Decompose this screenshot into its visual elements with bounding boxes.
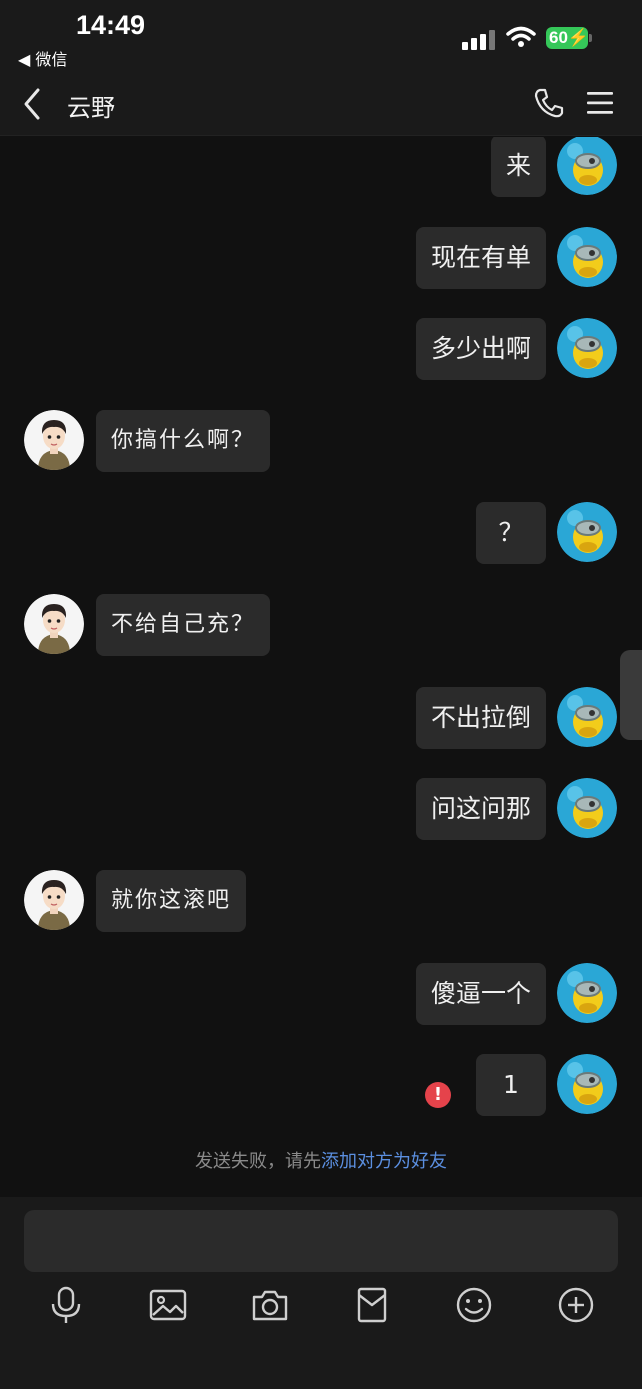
- message-outgoing: ？: [0, 502, 642, 564]
- emoji-icon[interactable]: [454, 1285, 494, 1325]
- message-bubble[interactable]: 来: [490, 137, 546, 197]
- my-avatar[interactable]: [557, 318, 617, 378]
- message-bubble[interactable]: 1: [476, 1054, 546, 1116]
- contact-avatar[interactable]: [24, 410, 84, 470]
- phone-call-icon[interactable]: [532, 86, 566, 120]
- my-avatar[interactable]: [557, 687, 617, 747]
- my-avatar[interactable]: [557, 778, 617, 838]
- cellular-signal-icon: [462, 30, 495, 50]
- back-to-wechat-link[interactable]: ◀ 微信: [18, 46, 67, 70]
- contact-name: 云野: [67, 94, 115, 122]
- message-bubble[interactable]: 不出拉倒: [415, 687, 546, 749]
- message-bubble[interactable]: 你搞什么啊？: [96, 410, 271, 472]
- status-time: 14:49: [76, 10, 146, 40]
- my-avatar[interactable]: [557, 963, 617, 1023]
- message-bubble[interactable]: 问这问那: [415, 778, 546, 840]
- message-outgoing-failed: ! 1: [0, 1054, 642, 1116]
- my-avatar[interactable]: [557, 502, 617, 562]
- message-incoming: 不给自己充？: [0, 594, 642, 656]
- my-avatar[interactable]: [557, 227, 617, 287]
- send-failed-icon[interactable]: !: [425, 1082, 451, 1108]
- microphone-icon[interactable]: [46, 1285, 86, 1325]
- menu-icon[interactable]: [586, 90, 614, 116]
- contact-avatar[interactable]: [24, 594, 84, 654]
- red-packet-icon[interactable]: [352, 1285, 392, 1325]
- message-bubble[interactable]: 多少出啊: [415, 318, 546, 380]
- message-bubble[interactable]: 现在有单: [415, 227, 546, 289]
- message-outgoing: 来: [0, 137, 642, 197]
- send-failed-notice: 发送失败，请先添加对方为好友: [0, 1147, 642, 1173]
- back-arrow-icon[interactable]: [20, 86, 44, 122]
- input-bar: [0, 1197, 642, 1389]
- camera-icon[interactable]: [250, 1285, 290, 1325]
- message-list[interactable]: 来 现在有单 多少出啊 你搞什么啊？ ？ 不给自己充？ 不出拉倒 问这问那 就你…: [0, 137, 642, 1197]
- send-failed-text: 发送失败，请先: [195, 1151, 321, 1172]
- status-bar: 14:49 ◀ 微信 60⚡: [0, 0, 642, 72]
- plus-icon[interactable]: [556, 1285, 596, 1325]
- add-friend-link[interactable]: 添加对方为好友: [321, 1151, 447, 1172]
- message-input[interactable]: [24, 1210, 618, 1272]
- message-bubble[interactable]: ？: [476, 502, 546, 564]
- contact-avatar[interactable]: [24, 870, 84, 930]
- message-outgoing: 傻逼一个: [0, 963, 642, 1025]
- message-bubble[interactable]: 傻逼一个: [415, 963, 546, 1025]
- image-icon[interactable]: [148, 1285, 188, 1325]
- message-incoming: 就你这滚吧: [0, 870, 642, 932]
- message-outgoing: 不出拉倒: [0, 687, 642, 749]
- message-outgoing: 问这问那: [0, 778, 642, 840]
- chat-header: 云野: [0, 72, 642, 136]
- message-outgoing: 现在有单: [0, 227, 642, 289]
- my-avatar[interactable]: [557, 1054, 617, 1114]
- wifi-icon: [506, 26, 536, 47]
- battery-indicator: 60⚡: [546, 27, 590, 49]
- message-outgoing: 多少出啊: [0, 318, 642, 380]
- charging-bolt-icon: ⚡: [567, 28, 590, 47]
- message-bubble[interactable]: 不给自己充？: [96, 594, 271, 656]
- my-avatar[interactable]: [557, 137, 617, 195]
- message-incoming: 你搞什么啊？: [0, 410, 642, 472]
- battery-tip: [589, 34, 592, 42]
- message-bubble[interactable]: 就你这滚吧: [96, 870, 247, 932]
- scroll-handle[interactable]: [620, 650, 642, 740]
